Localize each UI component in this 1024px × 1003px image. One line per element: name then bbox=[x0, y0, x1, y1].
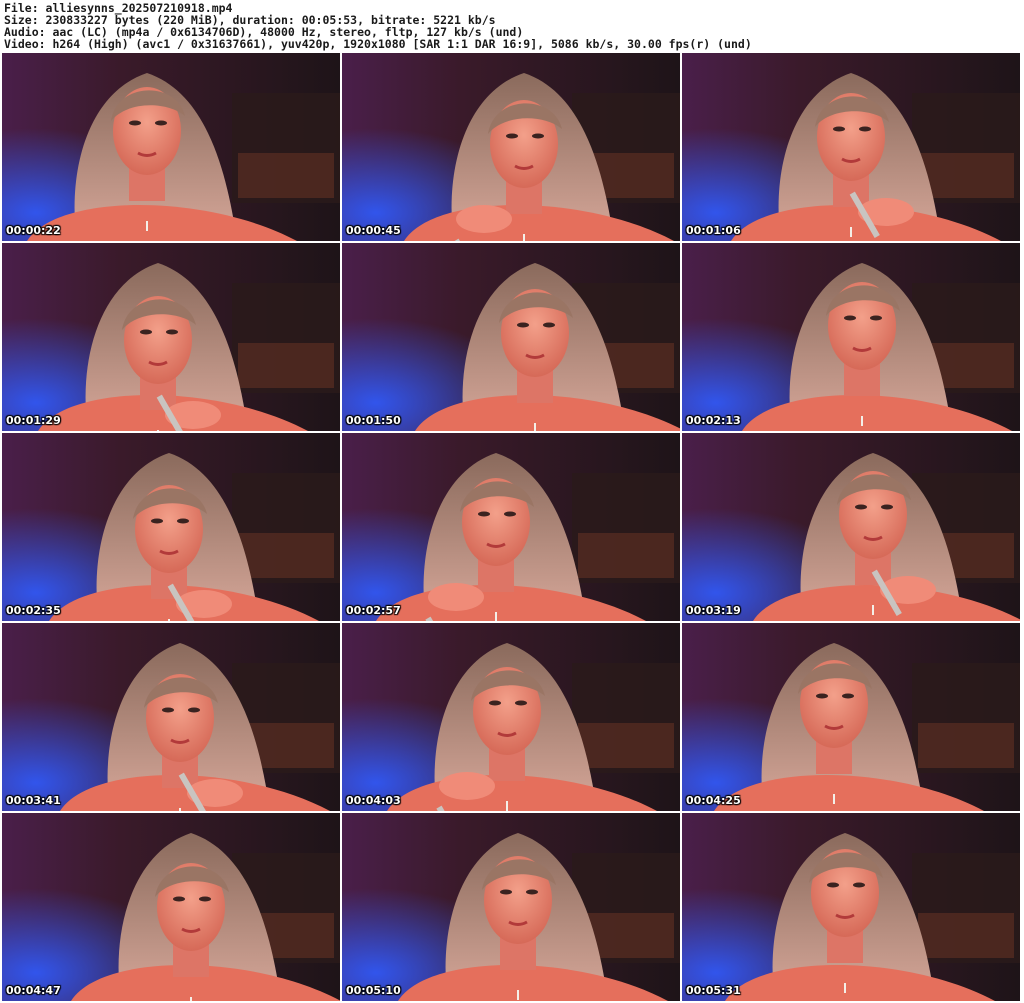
thumbnail-frame: 00:02:35 bbox=[2, 433, 340, 621]
frame-timestamp: 00:03:41 bbox=[6, 794, 61, 807]
frame-timestamp: 00:05:31 bbox=[686, 984, 741, 997]
frame-timestamp: 00:01:06 bbox=[686, 224, 741, 237]
video-frame-image bbox=[682, 623, 1020, 811]
frame-timestamp: 00:02:57 bbox=[346, 604, 401, 617]
thumbnail-frame: 00:01:06 bbox=[682, 53, 1020, 241]
video-frame-image bbox=[342, 243, 680, 431]
thumbnail-frame: 00:02:57 bbox=[342, 433, 680, 621]
thumbnail-frame: 00:00:45 bbox=[342, 53, 680, 241]
thumbnail-frame: 00:01:29 bbox=[2, 243, 340, 431]
frame-timestamp: 00:01:29 bbox=[6, 414, 61, 427]
frame-timestamp: 00:04:25 bbox=[686, 794, 741, 807]
video-frame-image bbox=[2, 53, 340, 241]
thumbnail-frame: 00:02:13 bbox=[682, 243, 1020, 431]
thumbnail-frame: 00:03:19 bbox=[682, 433, 1020, 621]
thumbnail-frame: 00:03:41 bbox=[2, 623, 340, 811]
thumbnail-frame: 00:00:22 bbox=[2, 53, 340, 241]
thumbnail-frame: 00:04:25 bbox=[682, 623, 1020, 811]
video-frame-image bbox=[342, 53, 680, 241]
video-frame-image bbox=[682, 243, 1020, 431]
video-frame-image bbox=[2, 623, 340, 811]
video-frame-image bbox=[2, 433, 340, 621]
frame-timestamp: 00:04:47 bbox=[6, 984, 61, 997]
frame-timestamp: 00:03:19 bbox=[686, 604, 741, 617]
video-frame-image bbox=[342, 623, 680, 811]
thumbnail-frame: 00:04:03 bbox=[342, 623, 680, 811]
video-frame-image bbox=[2, 813, 340, 1001]
thumbnail-grid: 00:00:22 00:00:45 00:01:06 00:01:29 00:0… bbox=[0, 52, 1024, 1003]
frame-timestamp: 00:01:50 bbox=[346, 414, 401, 427]
thumbnail-frame: 00:05:10 bbox=[342, 813, 680, 1001]
frame-timestamp: 00:02:35 bbox=[6, 604, 61, 617]
thumbnail-frame: 00:04:47 bbox=[2, 813, 340, 1001]
thumbnail-frame: 00:01:50 bbox=[342, 243, 680, 431]
video-info-text: Video: h264 (High) (avc1 / 0x31637661), … bbox=[4, 37, 752, 51]
video-frame-image bbox=[2, 243, 340, 431]
video-frame-image bbox=[682, 53, 1020, 241]
video-frame-image bbox=[342, 433, 680, 621]
video-frame-image bbox=[682, 813, 1020, 1001]
video-frame-image bbox=[682, 433, 1020, 621]
info-header: File: alliesynns_202507210918.mp4 Size: … bbox=[0, 0, 1024, 52]
video-frame-image bbox=[342, 813, 680, 1001]
thumbnail-frame: 00:05:31 bbox=[682, 813, 1020, 1001]
frame-timestamp: 00:05:10 bbox=[346, 984, 401, 997]
frame-timestamp: 00:00:45 bbox=[346, 224, 401, 237]
frame-timestamp: 00:00:22 bbox=[6, 224, 61, 237]
frame-timestamp: 00:04:03 bbox=[346, 794, 401, 807]
frame-timestamp: 00:02:13 bbox=[686, 414, 741, 427]
